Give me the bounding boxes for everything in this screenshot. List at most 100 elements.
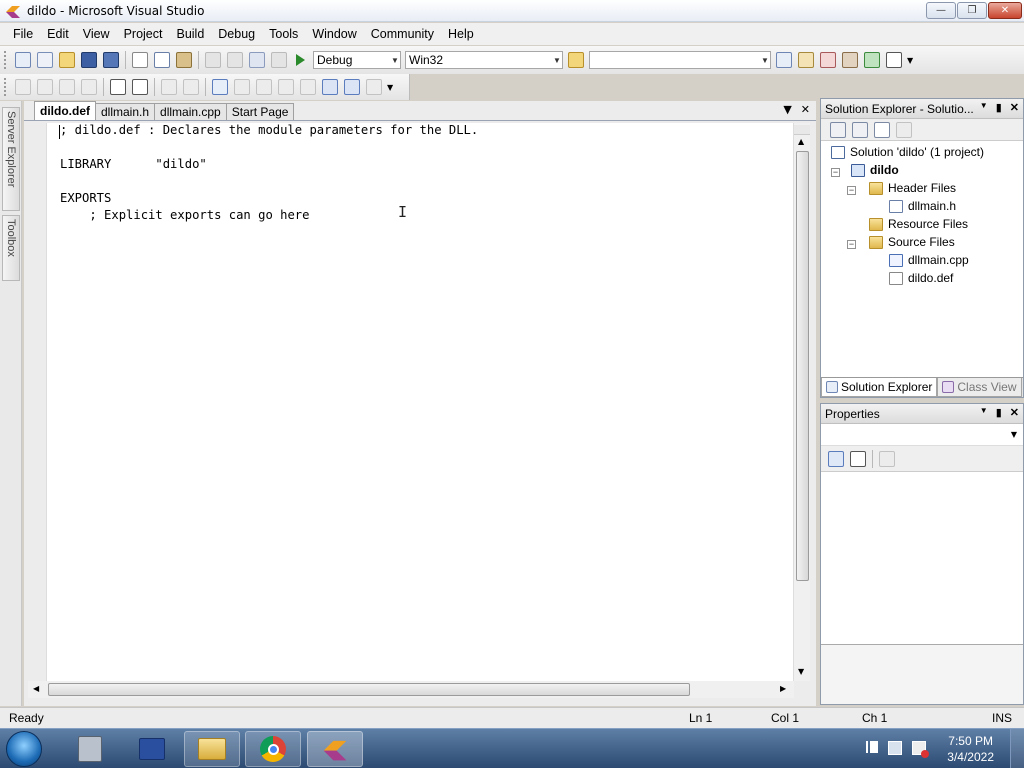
auto-hide-pin-icon[interactable]: ▮ [996,406,1002,419]
menu-project[interactable]: Project [117,27,170,41]
previous-bookmark-folder-icon[interactable] [278,79,294,95]
solution-explorer-icon[interactable] [776,52,792,68]
volume-muted-icon[interactable] [912,741,929,758]
toolbar-grip[interactable] [4,51,8,69]
cut-icon[interactable] [132,52,148,68]
tree-node-resource-files[interactable]: Resource Files [869,217,968,231]
comment-out-icon[interactable] [161,79,177,95]
solution-platform-select[interactable]: Win32 ▼ [405,51,563,69]
toolbar-options-icon-2[interactable]: ▼ [387,83,393,92]
display-quick-info-icon[interactable] [59,79,75,95]
action-center-flag-icon[interactable] [866,741,878,753]
maximize-button[interactable]: ❐ [957,2,987,19]
tree-node-dildo-def[interactable]: dildo.def [889,271,953,285]
display-parameter-info-icon[interactable] [37,79,53,95]
redo-icon[interactable] [227,52,243,68]
undo-icon[interactable] [205,52,221,68]
code-editor[interactable]: ; dildo.def : Declares the module parame… [46,123,810,681]
taskbar-server-manager[interactable] [62,731,118,767]
properties-icon[interactable] [830,121,846,138]
menu-community[interactable]: Community [364,27,441,41]
add-item-icon[interactable] [37,52,53,68]
uncomment-icon[interactable] [183,79,199,95]
menu-file[interactable]: File [6,27,40,41]
toolbar-grip-2[interactable] [4,78,8,96]
auto-hide-pin-icon[interactable]: ▮ [996,101,1002,114]
tree-node-project[interactable]: dildo [851,163,899,177]
tab-dllmain-h[interactable]: dllmain.h [95,103,156,120]
open-file-icon[interactable] [59,52,75,68]
start-page-icon[interactable] [864,52,880,68]
alphabetical-icon[interactable] [850,450,866,467]
copy-icon[interactable] [154,52,170,68]
paste-icon[interactable] [176,52,192,68]
refresh-icon[interactable] [874,121,890,138]
menu-debug[interactable]: Debug [211,27,262,41]
tree-node-dllmain-h[interactable]: dllmain.h [889,199,956,213]
properties-object-select[interactable]: ▼ [821,424,1023,446]
find-in-files-icon[interactable] [568,52,584,68]
new-project-icon[interactable] [15,52,31,68]
active-files-dropdown-icon[interactable]: ▼ [783,103,791,116]
menu-view[interactable]: View [76,27,117,41]
menu-window[interactable]: Window [305,27,363,41]
tab-solution-explorer[interactable]: Solution Explorer [821,378,938,397]
close-panel-icon[interactable]: ✕ [1010,101,1019,114]
tab-dllmain-cpp[interactable]: dllmain.cpp [154,103,227,120]
close-panel-icon[interactable]: ✕ [1010,406,1019,419]
class-diagram-icon[interactable] [896,121,912,138]
object-browser-icon[interactable] [820,52,836,68]
collapse-source-files-icon[interactable]: − [847,240,856,249]
properties-window-icon[interactable] [798,52,814,68]
tree-node-solution[interactable]: Solution 'dildo' (1 project) [831,145,984,159]
scroll-down-icon[interactable]: ▼ [798,667,804,676]
scroll-up-icon[interactable]: ▲ [798,137,804,146]
menu-help[interactable]: Help [441,27,481,41]
tab-class-view[interactable]: Class View [937,378,1022,397]
editor-split-handle[interactable] [794,125,810,135]
command-window-icon[interactable] [886,52,902,68]
editor-vscroll-thumb[interactable] [796,151,809,581]
minimize-button[interactable]: — [926,2,956,19]
categorized-icon[interactable] [828,450,844,467]
collapse-project-icon[interactable]: − [831,168,840,177]
menu-edit[interactable]: Edit [40,27,76,41]
start-button[interactable] [6,731,42,767]
save-all-icon[interactable] [103,52,119,68]
clear-bookmarks-icon[interactable] [366,79,382,95]
display-object-member-list-icon[interactable] [15,79,31,95]
tree-node-dllmain-cpp[interactable]: dllmain.cpp [889,253,969,267]
tab-start-page[interactable]: Start Page [225,103,295,120]
tree-node-header-files[interactable]: Header Files [869,181,956,195]
taskbar-visual-studio[interactable] [307,731,363,767]
solution-configuration-select[interactable]: Debug ▼ [313,51,401,69]
navigate-forward-icon[interactable] [271,52,287,68]
editor-vertical-scrollbar[interactable]: ▲ ▼ [793,123,810,681]
tree-node-source-files[interactable]: Source Files [869,235,955,249]
previous-bookmark-icon[interactable] [234,79,250,95]
next-bookmark-doc-icon[interactable] [344,79,360,95]
menu-build[interactable]: Build [169,27,211,41]
complete-word-icon[interactable] [81,79,97,95]
save-icon[interactable] [81,52,97,68]
scroll-left-icon[interactable]: ◀ [33,684,39,693]
navigate-backward-icon[interactable] [249,52,265,68]
close-document-icon[interactable]: ✕ [801,103,810,116]
network-icon[interactable] [888,741,902,755]
show-all-files-icon[interactable] [852,121,868,138]
find-combo[interactable]: ▼ [589,51,771,69]
next-bookmark-folder-icon[interactable] [300,79,316,95]
show-desktop-button[interactable] [1010,729,1024,768]
start-debugging-icon[interactable] [296,54,305,66]
taskbar-explorer[interactable] [184,731,240,767]
tab-dildo-def[interactable]: dildo.def [34,101,96,120]
collapse-header-files-icon[interactable]: − [847,186,856,195]
toolbox-tab[interactable]: Toolbox [2,215,20,281]
toolbox-icon[interactable] [842,52,858,68]
window-position-icon[interactable]: ▼ [980,406,988,419]
taskbar-powershell[interactable] [124,731,180,767]
editor-hscroll-thumb[interactable] [48,683,690,696]
menu-tools[interactable]: Tools [262,27,305,41]
server-explorer-tab[interactable]: Server Explorer [2,107,20,211]
scroll-right-icon[interactable]: ▶ [780,684,786,693]
